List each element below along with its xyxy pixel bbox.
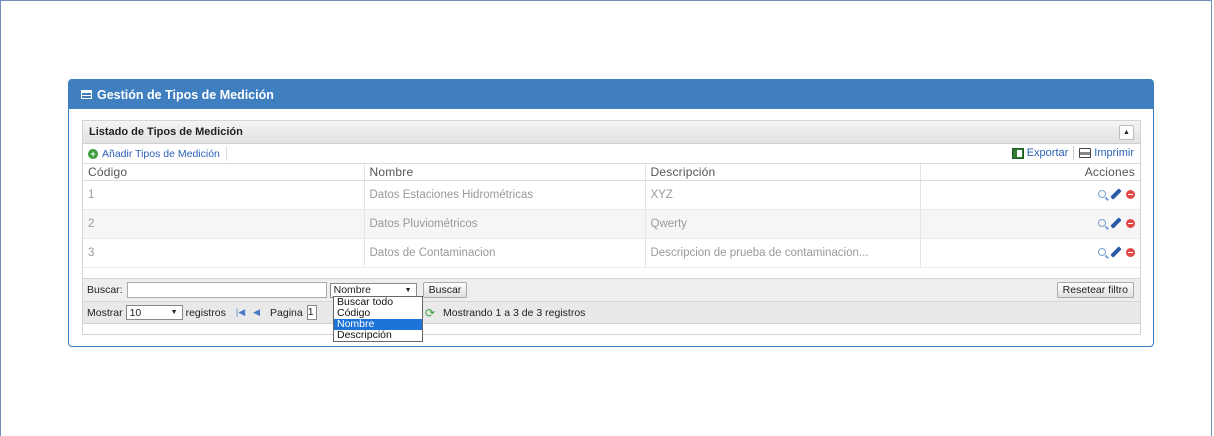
chevron-down-icon: ▼ — [170, 309, 178, 316]
dropdown-option[interactable]: Descripción — [334, 330, 422, 341]
cell-nombre: Datos Pluviométricos — [364, 209, 646, 239]
search-label: Buscar: — [87, 284, 123, 296]
pencil-icon[interactable] — [1110, 188, 1122, 200]
panel-title: Gestión de Tipos de Medición — [97, 87, 274, 102]
cell-descripcion: XYZ — [645, 180, 921, 210]
grid-caption: Listado de Tipos de Medición ▲ — [83, 121, 1140, 144]
magnifier-icon[interactable] — [1098, 248, 1106, 256]
list-icon — [81, 90, 92, 99]
cell-codigo: 3 — [83, 238, 365, 268]
printer-icon — [1079, 148, 1092, 158]
toolbar-actions: Exportar Imprimir — [1011, 146, 1134, 160]
pager-summary: Mostrando 1 a 3 de 3 registros — [443, 306, 586, 319]
reset-filter-button[interactable]: Resetear filtro — [1056, 282, 1134, 298]
first-page-icon[interactable]: |◀ — [236, 307, 245, 318]
search-field-dropdown: Buscar todo Código Nombre Descripción — [333, 296, 423, 342]
page-size-select[interactable]: 10 ▼ — [125, 305, 183, 320]
table-row[interactable]: 1 Datos Estaciones Hidrométricas XYZ — [83, 180, 1140, 210]
cell-acciones — [920, 180, 1140, 210]
magnifier-icon[interactable] — [1098, 219, 1106, 227]
add-label: Añadir Tipos de Medición — [102, 147, 220, 160]
grid-table: Código Nombre Descripción Acciones 1 Dat… — [83, 164, 1140, 268]
cell-codigo: 1 — [83, 180, 365, 210]
column-header-codigo[interactable]: Código — [83, 164, 365, 181]
column-header-nombre[interactable]: Nombre — [364, 164, 646, 181]
minus-circle-icon[interactable] — [1126, 218, 1135, 228]
cell-nombre: Datos de Contaminacion — [364, 238, 646, 268]
minus-circle-icon[interactable] — [1126, 247, 1135, 257]
search-bar: Buscar: Nombre ▼ Buscar Resetear filtro — [83, 278, 1140, 301]
print-button[interactable]: Imprimir — [1094, 147, 1134, 159]
cell-descripcion: Qwerty — [645, 209, 921, 239]
cell-codigo: 2 — [83, 209, 365, 239]
cell-acciones — [920, 209, 1140, 239]
grid-title: Listado de Tipos de Medición — [89, 126, 243, 138]
pencil-icon[interactable] — [1110, 246, 1122, 258]
plus-circle-icon: + — [88, 148, 98, 159]
header-row: Código Nombre Descripción Acciones — [83, 164, 1140, 181]
collapse-icon[interactable]: ▲ — [1119, 125, 1134, 140]
excel-icon — [1011, 147, 1024, 159]
search-field-value: Nombre — [333, 284, 371, 296]
toolbar-divider — [1073, 146, 1075, 160]
prev-page-icon[interactable]: ◀ — [253, 307, 260, 318]
pencil-icon[interactable] — [1110, 217, 1122, 229]
table-row[interactable]: 3 Datos de Contaminacion Descripcion de … — [83, 238, 1140, 268]
cell-acciones — [920, 238, 1140, 268]
add-button[interactable]: + Añadir Tipos de Medición — [83, 146, 227, 161]
data-grid: Listado de Tipos de Medición ▲ + Añadir … — [82, 120, 1141, 335]
cell-nombre: Datos Estaciones Hidrométricas — [364, 180, 646, 210]
page-label: Pagina — [270, 306, 303, 319]
magnifier-icon[interactable] — [1098, 190, 1106, 198]
grid-toolbar: + Añadir Tipos de Medición Exportar Impr… — [83, 144, 1140, 164]
chevron-down-icon: ▼ — [404, 286, 412, 294]
table-row[interactable]: 2 Datos Pluviométricos Qwerty — [83, 209, 1140, 239]
export-button[interactable]: Exportar — [1027, 147, 1069, 159]
pager-bar: Mostrar 10 ▼ registros |◀ ◀ Pagina 1 ▶ ▶… — [83, 301, 1140, 324]
search-button[interactable]: Buscar — [422, 282, 468, 298]
column-header-descripcion[interactable]: Descripción — [645, 164, 921, 181]
search-input[interactable] — [126, 282, 327, 298]
panel-header: Gestión de Tipos de Medición — [69, 80, 1153, 109]
column-header-acciones: Acciones — [920, 164, 1140, 181]
cell-descripcion: Descripcion de prueba de contaminacion..… — [645, 238, 921, 268]
records-label: registros — [185, 306, 226, 319]
page-size-value: 10 — [129, 306, 142, 319]
minus-circle-icon[interactable] — [1126, 189, 1135, 199]
refresh-icon[interactable]: ⟳ — [425, 306, 435, 320]
page-input[interactable]: 1 — [306, 305, 317, 320]
panel: Gestión de Tipos de Medición Listado de … — [68, 79, 1154, 347]
show-label: Mostrar — [87, 306, 123, 319]
